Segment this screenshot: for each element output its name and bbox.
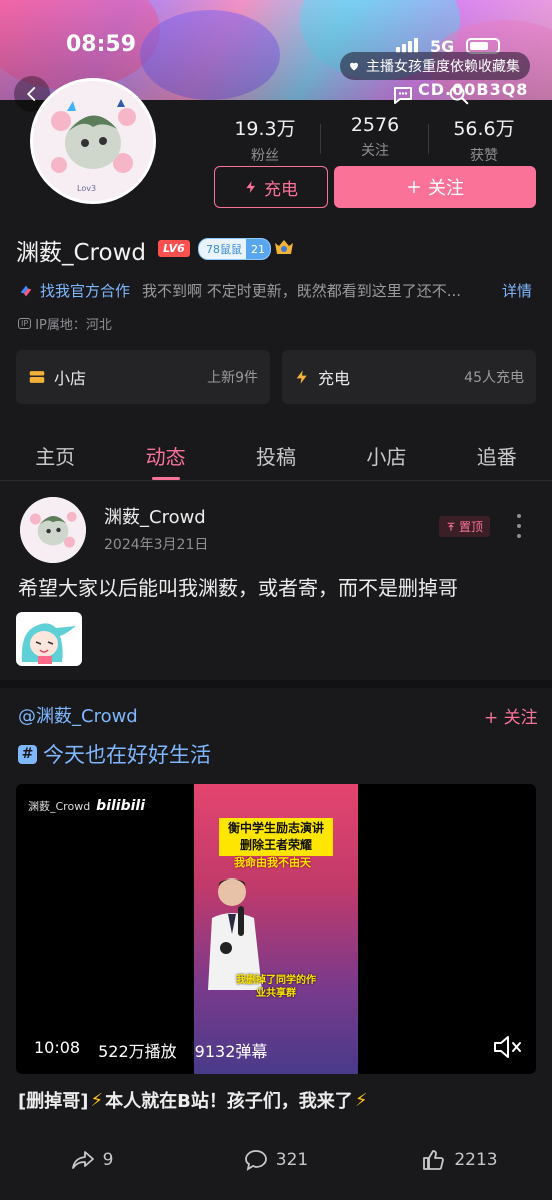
video-title-prefix: [删掉哥] xyxy=(18,1091,89,1112)
crown-medal-icon[interactable] xyxy=(272,235,296,259)
shop-icon xyxy=(29,371,45,383)
video-thumbnail: 衡中学生励志演讲 删除王者荣耀 我命由我不由天 我删掉了同学的作业共享群 xyxy=(194,784,358,1074)
comment-icon xyxy=(244,1150,267,1171)
forward-author-link[interactable]: @渊薮_Crowd xyxy=(18,702,138,728)
pin-icon xyxy=(447,522,455,531)
speaker-figure xyxy=(208,878,262,990)
profile-bio: 我不到啊 不定时更新，既然都看到这里了还不... xyxy=(142,282,462,300)
follow-button-label: 关注 xyxy=(428,178,464,199)
tab-uploads[interactable]: 投稿 xyxy=(256,430,296,480)
shop-card-title: 小店 xyxy=(54,369,87,388)
like-button[interactable]: 2213 xyxy=(368,1130,552,1190)
stat-likes-label: 获赞 xyxy=(470,148,498,164)
lightning-icon: ⚡ xyxy=(90,1089,104,1111)
profile-avatar[interactable]: Lov3 xyxy=(30,78,156,204)
charge-button-label: 充电 xyxy=(264,179,298,200)
fan-medal-level: 21 xyxy=(246,239,270,259)
video-info: 10:08 522万播放 9132弹幕 xyxy=(34,1038,267,1062)
message-button[interactable] xyxy=(388,80,418,110)
topic-link[interactable]: # 今天也在好好生活 xyxy=(18,739,211,769)
mute-icon[interactable] xyxy=(492,1034,522,1060)
like-count: 2213 xyxy=(454,1150,498,1170)
share-button[interactable]: 9 xyxy=(0,1130,184,1190)
fan-medal-name: 78鼠鼠 xyxy=(206,243,242,256)
shop-card-subtitle: 上新9件 xyxy=(207,370,258,386)
comment-count: 321 xyxy=(275,1150,309,1170)
plus-icon xyxy=(407,180,421,194)
video-caption-line1: 衡中学生励志演讲 xyxy=(227,821,324,835)
shop-card[interactable]: 小店 上新9件 xyxy=(16,350,270,404)
cooperation-icon xyxy=(20,285,32,296)
sticker-emoji xyxy=(16,612,82,666)
level-badge: LV6 xyxy=(158,240,190,257)
post-actions: 9 321 2213 xyxy=(0,1130,552,1190)
charge-button[interactable]: 充电 xyxy=(214,166,328,208)
bio-more-link[interactable]: 详情 xyxy=(502,280,532,301)
follow-button[interactable]: 关注 xyxy=(334,166,536,208)
signal-icon xyxy=(396,38,418,53)
tab-anime[interactable]: 追番 xyxy=(477,430,517,480)
fan-medal-badge[interactable]: 78鼠鼠 21 xyxy=(198,238,271,260)
topic-text: 今天也在好好生活 xyxy=(43,743,211,767)
chevron-left-icon xyxy=(26,87,36,101)
avatar-image xyxy=(20,497,86,563)
more-options-button[interactable] xyxy=(514,514,524,538)
tab-home[interactable]: 主页 xyxy=(35,430,75,480)
watermark-logo: bilibili xyxy=(96,798,146,814)
official-cooperation-link[interactable]: 找我官方合作 xyxy=(18,280,130,301)
video-title-text: 本人就在B站！孩子们，我来了 xyxy=(105,1091,353,1112)
post-author-name[interactable]: 渊薮_Crowd xyxy=(104,503,206,529)
video-plays: 522万播放 xyxy=(98,1042,177,1061)
pinned-label: 置顶 xyxy=(459,520,484,534)
video-duration: 10:08 xyxy=(34,1038,81,1057)
video-player[interactable]: 渊薮_Crowd bilibili 衡中学生励志演讲 删除王者荣耀 我命由我不由… xyxy=(16,784,536,1074)
avatar-image: Lov3 xyxy=(33,81,153,201)
charge-card-title: 充电 xyxy=(318,369,351,388)
post-date: 2024年3月21日 xyxy=(104,537,209,553)
thumbs-up-icon xyxy=(423,1150,445,1170)
medal-collection-pill[interactable]: 主播女孩重度依赖收藏集 xyxy=(340,52,530,80)
share-icon xyxy=(71,1151,94,1169)
uid-overlay-text: CD.00B3Q8 xyxy=(418,80,529,99)
profile-name: 渊薮_Crowd xyxy=(16,240,146,266)
watermark-name: 渊薮_Crowd xyxy=(28,800,91,813)
video-caption-red: 我命由我不由天 xyxy=(234,856,311,869)
lightning-icon xyxy=(296,370,307,384)
lightning-icon xyxy=(246,181,256,193)
charge-card-subtitle: 45人充电 xyxy=(464,370,524,386)
ip-location: IP IP属地：河北 xyxy=(18,314,112,333)
hashtag-icon: # xyxy=(18,744,37,764)
chat-bubble-icon xyxy=(394,87,412,104)
post-text: 希望大家以后能叫我渊薮，或者寄，而不是删掉哥 xyxy=(18,576,458,600)
forward-follow-button[interactable]: + 关注 xyxy=(484,703,538,728)
pinned-badge: 置顶 xyxy=(439,516,491,537)
ip-icon: IP xyxy=(18,318,32,329)
tab-shop[interactable]: 小店 xyxy=(366,430,406,480)
stat-likes-value: 56.6万 xyxy=(453,118,515,140)
video-caption-bottom: 我删掉了同学的作业共享群 xyxy=(236,975,316,999)
video-watermark: 渊薮_Crowd bilibili xyxy=(28,798,145,814)
lightning-icon: ⚡ xyxy=(354,1089,368,1111)
svg-text:Lov3: Lov3 xyxy=(77,184,96,193)
video-caption-line2: 删除王者荣耀 xyxy=(239,838,312,852)
medal-collection-text: 主播女孩重度依赖收藏集 xyxy=(366,59,520,75)
status-time: 08:59 xyxy=(66,32,137,57)
heart-icon xyxy=(350,62,358,71)
comment-button[interactable]: 321 xyxy=(184,1130,368,1190)
charge-card[interactable]: 充电 45人充电 xyxy=(282,350,536,404)
video-caption-box: 衡中学生励志演讲 删除王者荣耀 xyxy=(219,818,333,856)
post-author-avatar[interactable] xyxy=(20,497,86,563)
profile-tabs: 主页 动态 投稿 小店 追番 xyxy=(0,430,552,481)
ip-location-text: IP属地：河北 xyxy=(35,318,112,333)
tab-dynamics[interactable]: 动态 xyxy=(146,430,186,480)
video-title[interactable]: [删掉哥] ⚡ 本人就在B站！孩子们，我来了 ⚡ xyxy=(18,1087,367,1113)
stat-likes[interactable]: 56.6万 获赞 xyxy=(414,114,552,165)
section-separator xyxy=(0,680,552,688)
video-danmaku: 9132弹幕 xyxy=(194,1042,268,1061)
cooperation-text: 找我官方合作 xyxy=(40,282,131,300)
share-count: 9 xyxy=(102,1150,114,1170)
